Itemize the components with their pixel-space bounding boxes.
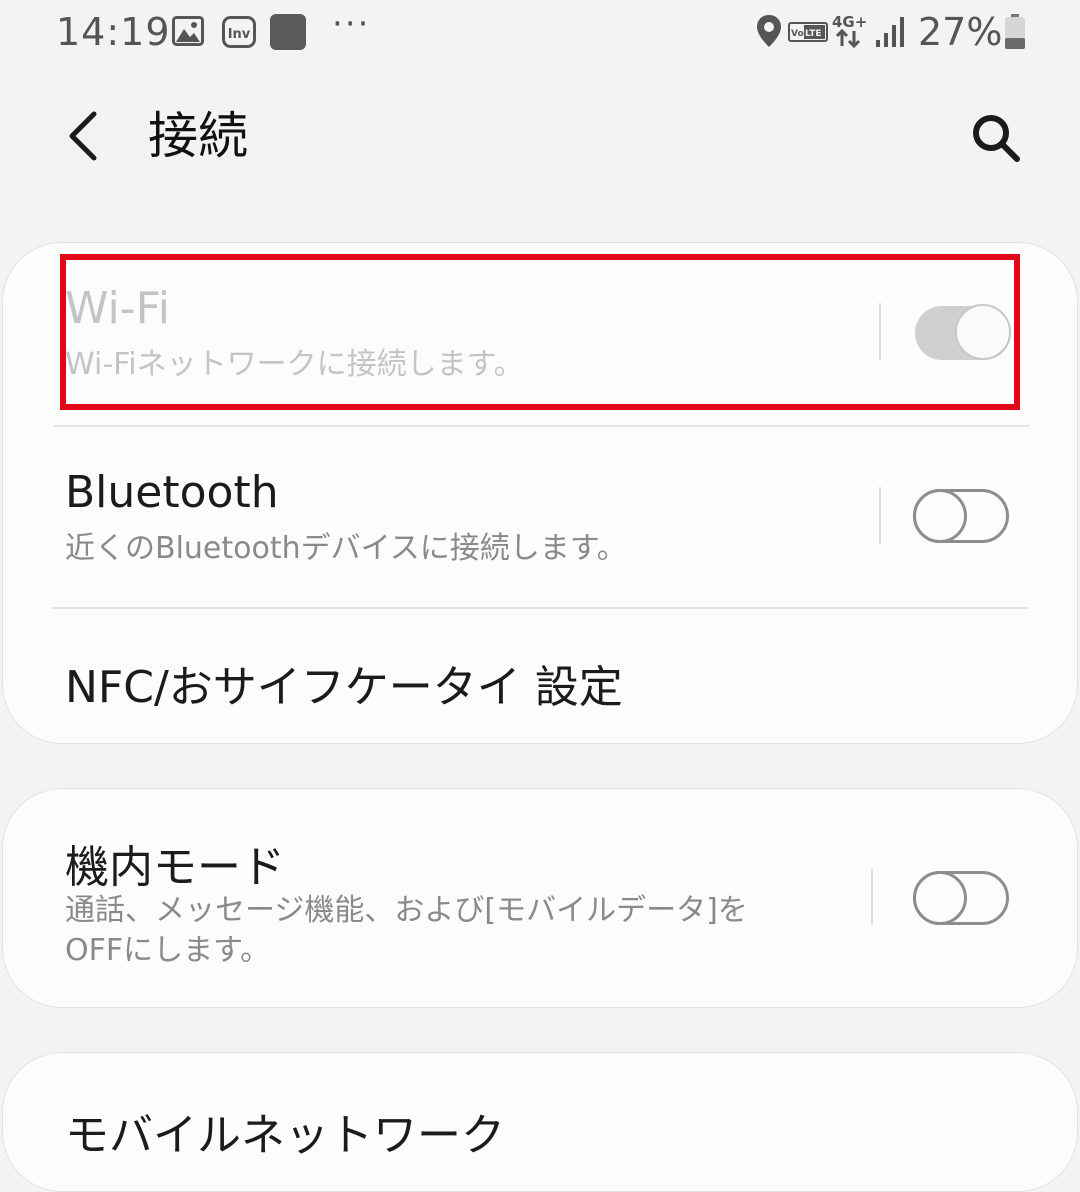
svg-text:Inv: Inv xyxy=(228,27,251,42)
mobile-network-card: モバイルネットワーク xyxy=(2,1052,1078,1192)
search-button[interactable] xyxy=(962,104,1030,172)
volte-icon: Vo LTE xyxy=(788,22,828,46)
wifi-separator xyxy=(879,303,881,359)
signal-icon xyxy=(874,16,908,52)
status-bar: 14:19 Inv ··· Vo LTE 4G+ 27% xyxy=(0,0,1080,68)
bluetooth-title: Bluetooth xyxy=(65,467,279,518)
chevron-left-icon xyxy=(69,111,97,161)
airplane-mode-row[interactable]: 機内モード 通話、メッセージ機能、および[モバイルデータ]を OFFにします。 xyxy=(3,789,1077,1007)
airplane-mode-toggle-knob xyxy=(913,871,967,925)
bluetooth-separator xyxy=(879,487,881,543)
svg-text:4G+: 4G+ xyxy=(832,13,866,31)
location-icon xyxy=(756,14,782,52)
bluetooth-toggle-knob xyxy=(913,489,967,543)
bluetooth-toggle[interactable] xyxy=(913,489,1009,543)
wifi-subtitle: Wi-Fiネットワークに接続します。 xyxy=(65,347,524,382)
back-button[interactable] xyxy=(52,104,116,168)
connections-card: Wi-Fi Wi-Fiネットワークに接続します。 Bluetooth 近くのBl… xyxy=(2,242,1078,744)
nfc-title: NFC/おサイフケータイ 設定 xyxy=(65,662,623,713)
mobile-network-title: モバイルネットワーク xyxy=(65,1110,505,1161)
airplane-mode-subtitle-line2: OFFにします。 xyxy=(65,933,271,968)
mobile-network-row[interactable]: モバイルネットワーク xyxy=(3,1053,1077,1191)
app-bar: 接続 xyxy=(0,84,1080,194)
network-4g-icon: 4G+ xyxy=(832,12,867,52)
bluetooth-row[interactable]: Bluetooth 近くのBluetoothデバイスに接続します。 xyxy=(3,427,1077,607)
wifi-toggle-knob xyxy=(955,304,1011,360)
inv-app-icon: Inv xyxy=(222,16,256,52)
wifi-row[interactable]: Wi-Fi Wi-Fiネットワークに接続します。 xyxy=(3,243,1077,425)
page-title: 接続 xyxy=(148,107,248,165)
airplane-mode-separator xyxy=(871,869,873,925)
airplane-mode-toggle[interactable] xyxy=(913,871,1009,925)
svg-text:Vo: Vo xyxy=(791,29,804,39)
battery-percent: 27% xyxy=(918,10,1003,54)
wifi-toggle[interactable] xyxy=(915,304,1011,360)
airplane-card: 機内モード 通話、メッセージ機能、および[モバイルデータ]を OFFにします。 xyxy=(2,788,1078,1008)
airplane-mode-subtitle-line1: 通話、メッセージ機能、および[モバイルデータ]を xyxy=(65,893,748,928)
airplane-mode-title: 機内モード xyxy=(65,842,285,893)
battery-icon xyxy=(1004,14,1026,54)
app-notification-icon xyxy=(270,14,306,54)
bluetooth-subtitle: 近くのBluetoothデバイスに接続します。 xyxy=(65,531,627,566)
wifi-title: Wi-Fi xyxy=(65,283,170,334)
search-icon xyxy=(973,115,1020,162)
nfc-row[interactable]: NFC/おサイフケータイ 設定 xyxy=(3,609,1077,743)
image-icon xyxy=(172,16,204,50)
status-time: 14:19 xyxy=(56,10,171,54)
more-notifications-icon: ··· xyxy=(332,4,371,44)
svg-text:LTE: LTE xyxy=(805,29,822,39)
